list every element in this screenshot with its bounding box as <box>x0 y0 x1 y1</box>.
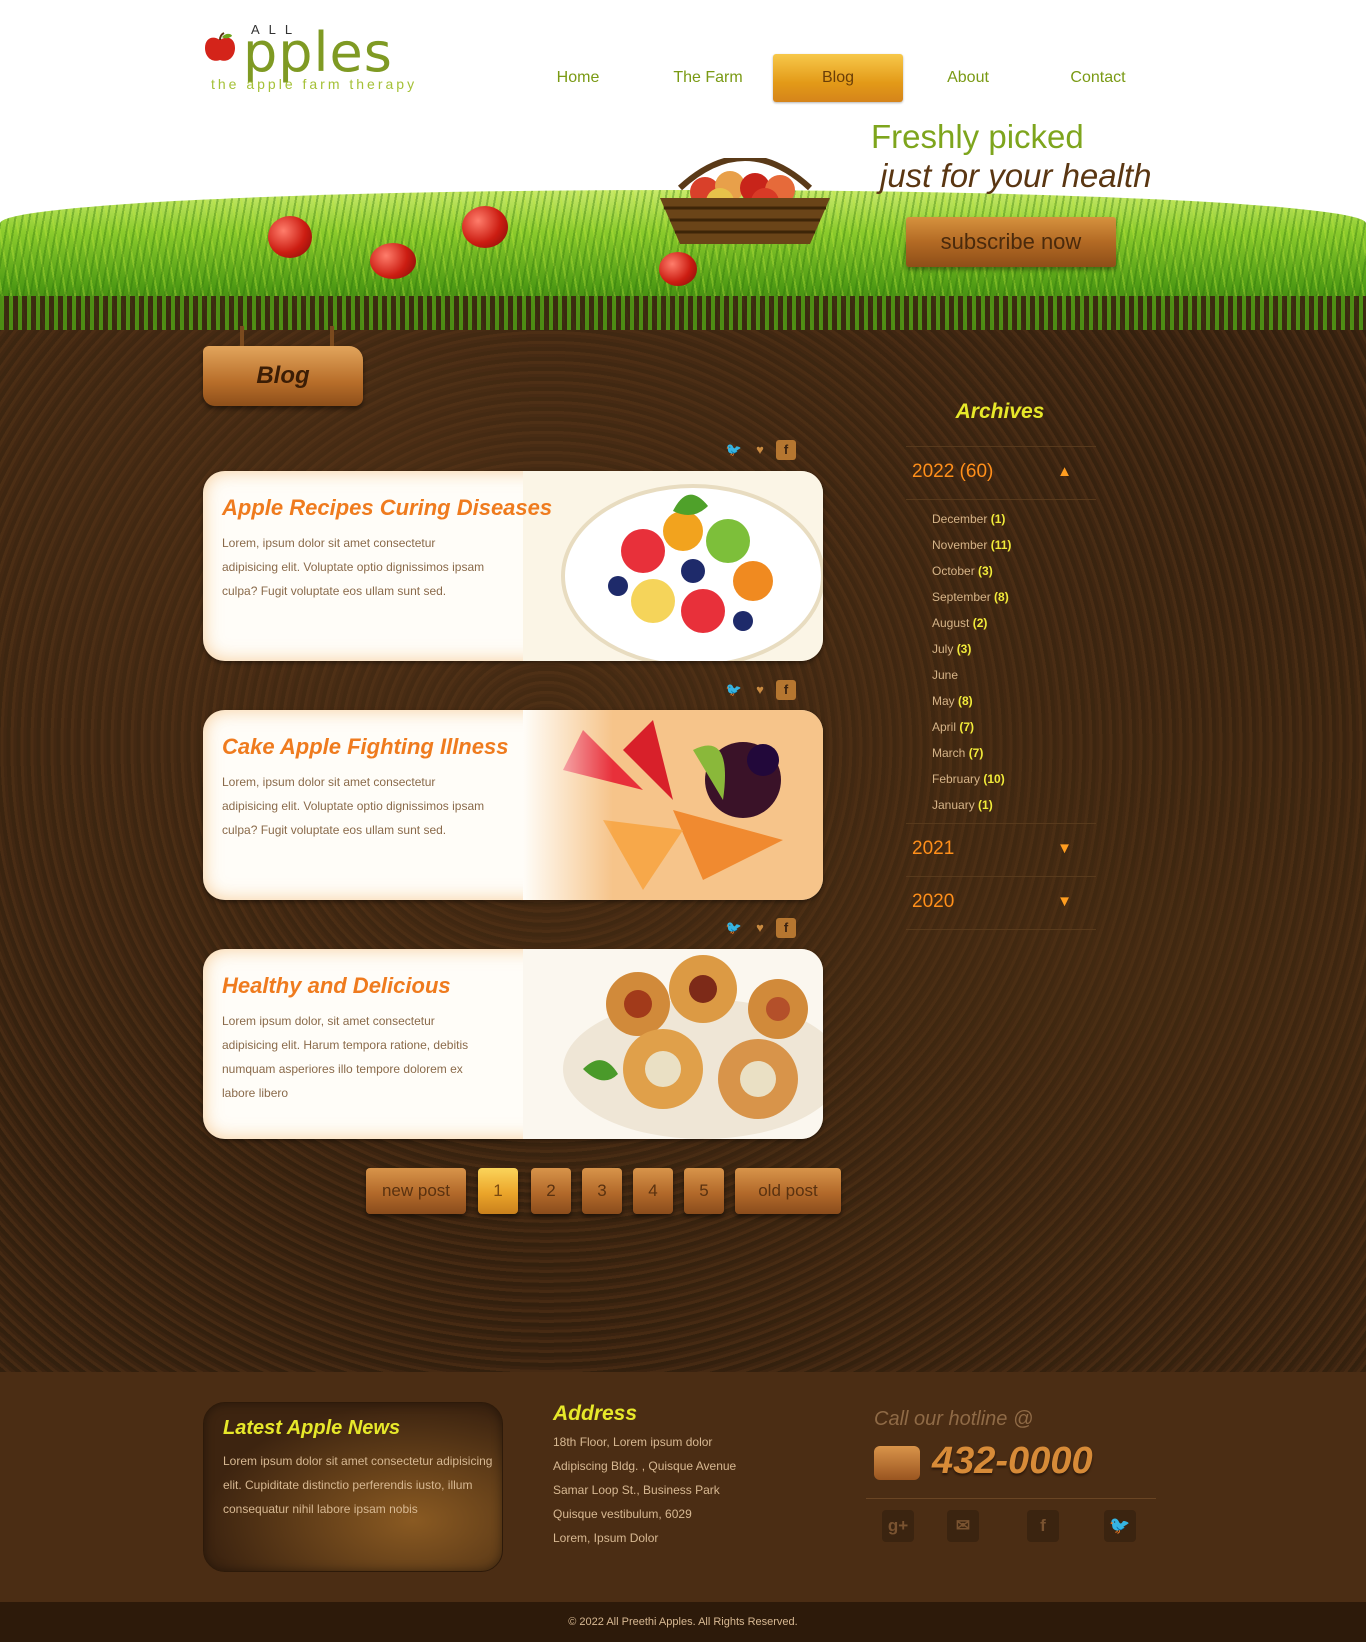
address-line: 18th Floor, Lorem ipsum dolor <box>553 1435 713 1449</box>
address-block: 18th Floor, Lorem ipsum dolor Adipiscing… <box>553 1430 793 1550</box>
nav-blog[interactable]: Blog <box>773 54 903 102</box>
address-title: Address <box>553 1402 638 1425</box>
post-excerpt: Lorem, ipsum dolor sit amet consectetur … <box>222 775 485 837</box>
divider <box>906 929 1096 930</box>
page-5-button[interactable]: 5 <box>684 1168 724 1214</box>
copyright: © 2022 All Preethi Apples. All Rights Re… <box>0 1602 1366 1642</box>
phone-icon <box>874 1446 920 1480</box>
twitter-icon[interactable]: 🐦 <box>724 680 744 700</box>
facebook-icon[interactable]: f <box>776 680 796 700</box>
archive-month-item[interactable]: November (11) <box>932 532 1092 558</box>
site-logo[interactable]: ALL pples the apple farm therapy <box>203 20 443 100</box>
latest-news-title: Latest Apple News <box>223 1417 401 1439</box>
address-line: Lorem, Ipsum Dolor <box>553 1531 659 1545</box>
apple-logo-icon <box>205 32 235 61</box>
apple-image <box>462 206 508 248</box>
pastry-puffs-image <box>523 949 823 1139</box>
post-title[interactable]: Apple Recipes Curing Diseases <box>222 495 552 521</box>
heart-icon[interactable]: ♥ <box>750 680 770 700</box>
post-title[interactable]: Cake Apple Fighting Illness <box>222 734 508 760</box>
grass-edge <box>0 296 1366 330</box>
share-icons: 🐦 ♥ f <box>724 440 796 460</box>
mail-icon[interactable]: ✉ <box>947 1510 979 1542</box>
twitter-icon[interactable]: 🐦 <box>724 918 744 938</box>
page-2-button[interactable]: 2 <box>531 1168 571 1214</box>
nav-home[interactable]: Home <box>513 54 643 102</box>
archives-title: Archives <box>955 400 1045 423</box>
archive-year-label: 2021 <box>912 838 955 859</box>
archive-month-item[interactable]: March (7) <box>932 740 1092 766</box>
latest-news-box: Latest Apple News Lorem ipsum dolor sit … <box>203 1402 503 1572</box>
archive-year-label: 2022 (60) <box>912 461 994 482</box>
divider <box>906 499 1096 500</box>
share-icons: 🐦 ♥ f <box>724 680 796 700</box>
hero-tagline-2: just for your health <box>880 157 1152 194</box>
archive-month-item[interactable]: January (1) <box>932 792 1092 818</box>
heart-icon[interactable]: ♥ <box>750 918 770 938</box>
blog-post-card[interactable]: Cake Apple Fighting Illness Lorem, ipsum… <box>203 710 823 900</box>
facebook-icon[interactable]: f <box>1027 1510 1059 1542</box>
address-line: Quisque vestibulum, 6029 <box>553 1507 692 1521</box>
subscribe-button[interactable]: subscribe now <box>906 217 1116 267</box>
apple-image <box>370 243 416 279</box>
archive-month-item[interactable]: October (3) <box>932 558 1092 584</box>
hotline-number[interactable]: 432-0000 <box>932 1440 1093 1483</box>
hotline-title: Call our hotline @ <box>874 1408 1034 1430</box>
archive-month-item[interactable]: September (8) <box>932 584 1092 610</box>
archive-year-2020[interactable]: 2020 ▼ <box>906 876 1096 928</box>
old-post-button[interactable]: old post <box>735 1168 841 1214</box>
post-excerpt: Lorem, ipsum dolor sit amet consectetur … <box>222 536 485 598</box>
site-footer: Latest Apple News Lorem ipsum dolor sit … <box>0 1372 1366 1602</box>
facebook-icon[interactable]: f <box>776 918 796 938</box>
archive-month-item[interactable]: August (2) <box>932 610 1092 636</box>
archive-year-2022[interactable]: 2022 (60) ▲ <box>906 446 1096 498</box>
archive-months-list: December (1) November (11) October (3) S… <box>932 506 1092 818</box>
new-post-button[interactable]: new post <box>366 1168 466 1214</box>
expand-arrow-icon[interactable]: ▼ <box>1057 840 1072 857</box>
nav-contact[interactable]: Contact <box>1033 54 1163 102</box>
blog-post-card[interactable]: Healthy and Delicious Lorem ipsum dolor,… <box>203 949 823 1139</box>
main-nav: Home The Farm Blog About Contact <box>513 54 1163 102</box>
archive-month-item[interactable]: July (3) <box>932 636 1092 662</box>
collapse-arrow-icon[interactable]: ▲ <box>1057 463 1072 480</box>
latest-news-text: Lorem ipsum dolor sit amet consectetur a… <box>223 1454 493 1516</box>
archive-month-item[interactable]: April (7) <box>932 714 1092 740</box>
blog-post-card[interactable]: Apple Recipes Curing Diseases Lorem, ips… <box>203 471 823 661</box>
page-4-button[interactable]: 4 <box>633 1168 673 1214</box>
apple-image <box>268 216 312 258</box>
twitter-icon[interactable]: 🐦 <box>1104 1510 1136 1542</box>
facebook-icon[interactable]: f <box>776 440 796 460</box>
apple-image <box>659 252 697 286</box>
archive-year-label: 2020 <box>912 891 955 912</box>
page-title-sign: Blog <box>203 346 363 406</box>
hotline: 432-0000 <box>874 1440 1164 1483</box>
divider <box>866 1498 1156 1499</box>
page-1-button[interactable]: 1 <box>478 1168 518 1214</box>
archive-year-2021[interactable]: 2021 ▼ <box>906 823 1096 875</box>
share-icons: 🐦 ♥ f <box>724 918 796 938</box>
twitter-icon[interactable]: 🐦 <box>724 440 744 460</box>
fruit-salad-image <box>523 471 823 661</box>
logo-tagline: the apple farm therapy <box>211 76 418 92</box>
address-line: Samar Loop St., Business Park <box>553 1483 720 1497</box>
archive-month-item[interactable]: June <box>932 662 1092 688</box>
fruit-tart-image <box>523 710 823 900</box>
address-line: Adipiscing Bldg. , Quisque Avenue <box>553 1459 737 1473</box>
apple-basket-image <box>660 158 830 244</box>
heart-icon[interactable]: ♥ <box>750 440 770 460</box>
hero-header: ALL pples the apple farm therapy Home Th… <box>0 0 1366 330</box>
nav-the-farm[interactable]: The Farm <box>643 54 773 102</box>
logo-word: pples <box>243 21 393 84</box>
nav-about[interactable]: About <box>903 54 1033 102</box>
page-title: Blog <box>256 362 310 389</box>
hero-tagline-1: Freshly picked <box>871 118 1084 155</box>
page-3-button[interactable]: 3 <box>582 1168 622 1214</box>
post-title[interactable]: Healthy and Delicious <box>222 973 451 999</box>
post-excerpt: Lorem ipsum dolor, sit amet consectetur … <box>222 1014 469 1100</box>
expand-arrow-icon[interactable]: ▼ <box>1057 893 1072 910</box>
archive-month-item[interactable]: December (1) <box>932 506 1092 532</box>
google-plus-icon[interactable]: g+ <box>882 1510 914 1542</box>
archive-month-item[interactable]: May (8) <box>932 688 1092 714</box>
archive-month-item[interactable]: February (10) <box>932 766 1092 792</box>
